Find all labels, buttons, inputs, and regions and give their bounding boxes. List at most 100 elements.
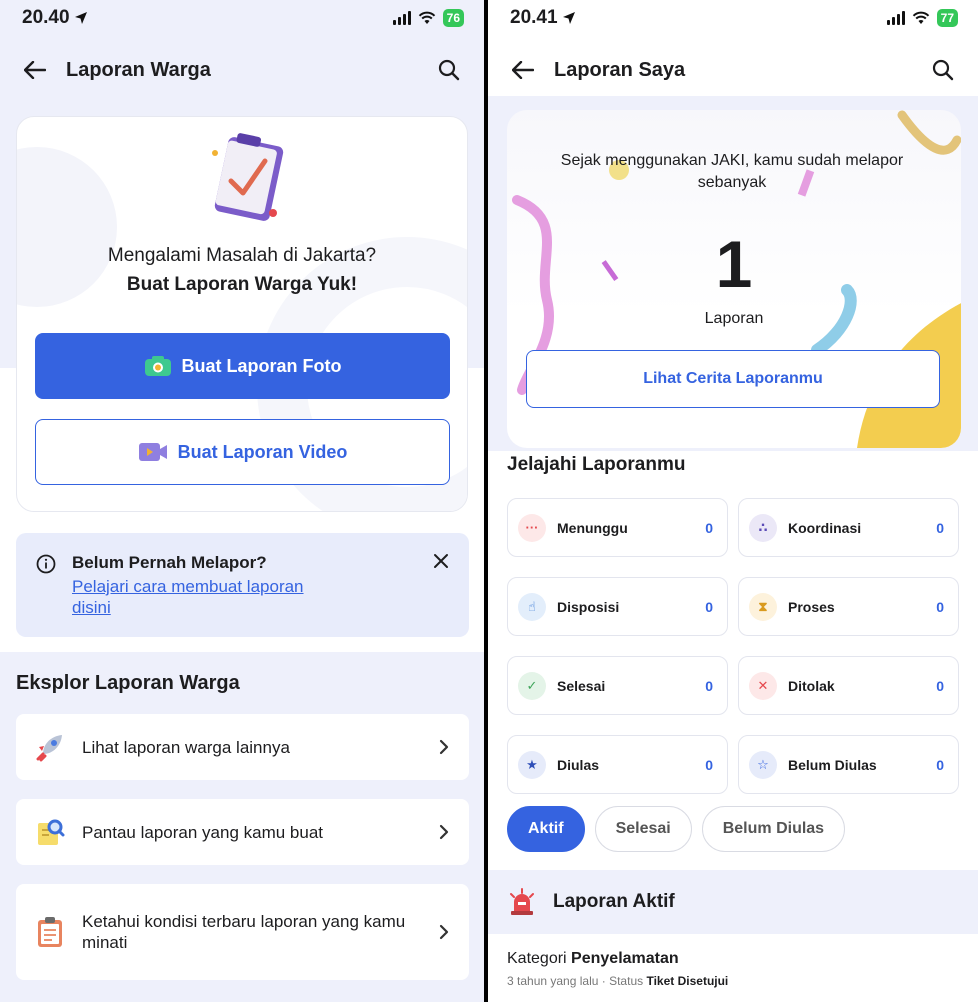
status-label: Diulas bbox=[557, 756, 600, 773]
wifi-icon bbox=[912, 11, 929, 24]
status-count: 0 bbox=[936, 519, 944, 536]
status-count: 0 bbox=[705, 756, 713, 773]
report-count-description: Sejak menggunakan JAKI, kamu sudah melap… bbox=[560, 152, 904, 191]
camera-icon bbox=[144, 356, 171, 376]
onboarding-info-banner: Belum Pernah Melapor? Pelajari cara memb… bbox=[16, 533, 469, 637]
chip-belum-diulas[interactable]: Belum Diulas bbox=[701, 806, 846, 852]
search-icon[interactable] bbox=[930, 57, 956, 83]
status-count: 0 bbox=[936, 756, 944, 773]
status-bar: 20.41 77 bbox=[488, 0, 978, 36]
app-header: Laporan Warga bbox=[0, 44, 484, 96]
category-prefix: Kategori bbox=[507, 950, 567, 967]
status-card-diulas[interactable]: ★ Diulas 0 bbox=[507, 735, 728, 794]
status-count: 0 bbox=[705, 598, 713, 615]
page-title: Laporan Saya bbox=[554, 58, 686, 81]
explore-section-title: Eksplor Laporan Warga bbox=[16, 672, 240, 694]
chevron-right-icon bbox=[439, 824, 449, 840]
status-label: Menunggu bbox=[557, 519, 628, 536]
status-card-proses[interactable]: ⧗ Proses 0 bbox=[738, 577, 959, 636]
photo-button-label: Buat Laporan Foto bbox=[181, 355, 342, 376]
search-icon[interactable] bbox=[436, 57, 462, 83]
explore-item-label: Ketahui kondisi terbaru laporan yang kam… bbox=[82, 912, 406, 952]
battery-indicator: 77 bbox=[936, 9, 958, 27]
report-meta: 3 tahun yang lalu · Status Tiket Disetuj… bbox=[507, 974, 978, 988]
clipboard-icon bbox=[34, 916, 66, 948]
screen-laporan-warga: 20.40 76 Laporan Warga Mengalami Masalah… bbox=[0, 0, 484, 1002]
status-label: Ditolak bbox=[788, 677, 835, 694]
x-icon: ✕ bbox=[749, 671, 777, 700]
triangle-dots-icon: ∴ bbox=[749, 513, 777, 542]
report-count-unit: Laporan bbox=[704, 310, 764, 327]
star-outline-icon: ☆ bbox=[749, 750, 777, 779]
status-count: 0 bbox=[936, 677, 944, 694]
status-card-belum-diulas[interactable]: ☆ Belum Diulas 0 bbox=[738, 735, 959, 794]
status-card-selesai[interactable]: ✓ Selesai 0 bbox=[507, 656, 728, 715]
explore-item-label: Pantau laporan yang kamu buat bbox=[82, 822, 324, 842]
siren-icon bbox=[510, 888, 534, 915]
chip-aktif[interactable]: Aktif bbox=[507, 806, 585, 852]
create-report-card: Mengalami Masalah di Jakarta? Buat Lapor… bbox=[16, 116, 468, 512]
cellular-signal-icon bbox=[392, 11, 411, 25]
status-card-koordinasi[interactable]: ∴ Koordinasi 0 bbox=[738, 498, 959, 557]
status-label: Koordinasi bbox=[788, 519, 862, 536]
status-card-menunggu[interactable]: ··· Menunggu 0 bbox=[507, 498, 728, 557]
report-status: Tiket Disetujui bbox=[646, 974, 729, 988]
wifi-icon bbox=[418, 11, 435, 24]
report-category: Kategori Penyelamatan bbox=[507, 950, 978, 968]
hourglass-icon: ⧗ bbox=[749, 592, 777, 621]
screen-laporan-saya: 20.41 77 Laporan Saya Sejak menggunakan … bbox=[488, 0, 978, 1002]
explore-item-label: Lihat laporan warga lainnya bbox=[82, 737, 290, 757]
status-card-ditolak[interactable]: ✕ Ditolak 0 bbox=[738, 656, 959, 715]
status-label: Disposisi bbox=[557, 598, 620, 615]
cellular-signal-icon bbox=[886, 11, 905, 25]
status-card-disposisi[interactable]: ☝ Disposisi 0 bbox=[507, 577, 728, 636]
rocket-icon bbox=[34, 731, 66, 763]
status-icons: 77 bbox=[886, 9, 958, 27]
close-icon[interactable] bbox=[433, 553, 449, 569]
back-arrow-icon[interactable] bbox=[510, 57, 536, 83]
location-arrow-icon bbox=[562, 12, 575, 24]
clipboard-illustration-icon bbox=[212, 133, 284, 221]
status-time: 20.40 bbox=[22, 7, 88, 29]
info-title: Belum Pernah Melapor? bbox=[72, 553, 267, 572]
star-circle-icon: ★ bbox=[518, 750, 546, 779]
video-button-label: Buat Laporan Video bbox=[177, 441, 348, 462]
chip-selesai[interactable]: Selesai bbox=[594, 806, 692, 852]
create-video-report-button[interactable]: Buat Laporan Video bbox=[35, 419, 450, 485]
chevron-right-icon bbox=[439, 739, 449, 755]
battery-indicator: 76 bbox=[442, 9, 464, 27]
report-list-item[interactable]: Kategori Penyelamatan 3 tahun yang lalu … bbox=[507, 950, 978, 988]
dot-separator: · bbox=[601, 974, 610, 988]
page-title: Laporan Warga bbox=[66, 58, 211, 81]
hero-line-2: Buat Laporan Warga Yuk! bbox=[126, 274, 358, 295]
info-icon bbox=[36, 554, 56, 574]
create-photo-report-button[interactable]: Buat Laporan Foto bbox=[35, 333, 450, 399]
status-icons: 76 bbox=[392, 9, 464, 27]
status-bar: 20.40 76 bbox=[0, 0, 484, 36]
dots-icon: ··· bbox=[518, 513, 546, 542]
explore-item-see-reports[interactable]: Lihat laporan warga lainnya bbox=[16, 714, 469, 780]
check-icon: ✓ bbox=[518, 671, 546, 700]
active-reports-title: Laporan Aktif bbox=[553, 891, 675, 912]
hero-line-1: Mengalami Masalah di Jakarta? bbox=[107, 245, 377, 266]
report-time: 3 tahun yang lalu bbox=[507, 974, 599, 988]
active-reports-header: Laporan Aktif bbox=[488, 870, 978, 934]
back-arrow-icon[interactable] bbox=[22, 57, 48, 83]
report-filter-chips: Aktif Selesai Belum Diulas bbox=[507, 806, 846, 852]
status-count: 0 bbox=[936, 598, 944, 615]
report-count-card: Sejak menggunakan JAKI, kamu sudah melap… bbox=[507, 110, 961, 448]
category-value: Penyelamatan bbox=[571, 950, 679, 967]
status-count: 0 bbox=[705, 519, 713, 536]
status-label: Proses bbox=[788, 598, 835, 615]
status-label: Selesai bbox=[557, 677, 606, 694]
report-count-value: 1 bbox=[715, 227, 753, 301]
time-label: 20.40 bbox=[22, 7, 70, 28]
learn-how-link[interactable]: Pelajari cara membuat laporan disini bbox=[72, 576, 332, 618]
view-report-story-button[interactable]: Lihat Cerita Laporanmu bbox=[526, 350, 940, 408]
app-header: Laporan Saya bbox=[488, 44, 978, 96]
magnifier-note-icon bbox=[34, 816, 66, 848]
video-camera-icon bbox=[138, 443, 167, 461]
explore-item-follow-reports[interactable]: Ketahui kondisi terbaru laporan yang kam… bbox=[16, 884, 469, 980]
explore-item-track-reports[interactable]: Pantau laporan yang kamu buat bbox=[16, 799, 469, 865]
time-label: 20.41 bbox=[510, 7, 558, 28]
